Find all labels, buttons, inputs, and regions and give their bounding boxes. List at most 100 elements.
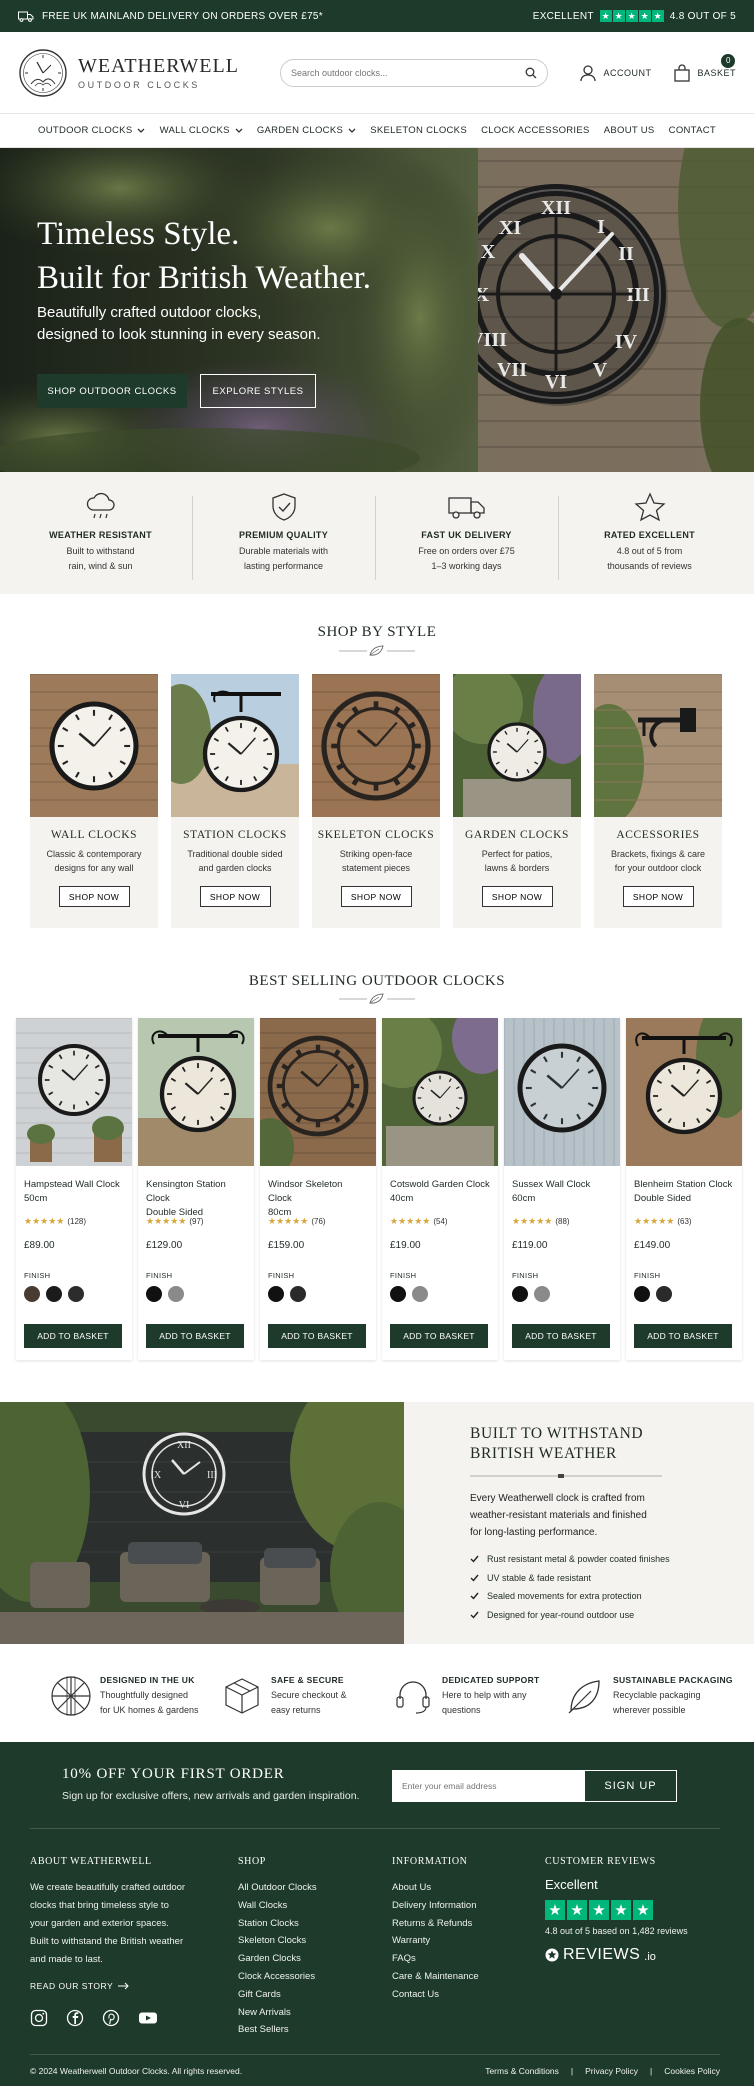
product-name[interactable]: Hampstead Wall Clock 50cm — [24, 1178, 124, 1206]
basket-link[interactable]: BASKET 0 — [673, 53, 736, 82]
product-name[interactable]: Windsor Skeleton Clock 80cm — [268, 1178, 368, 1218]
footer-info-link[interactable]: Warranty — [392, 1932, 479, 1950]
product-price: £119.00 — [512, 1240, 548, 1251]
finish-swatch[interactable] — [534, 1286, 550, 1302]
add-to-basket-button[interactable]: ADD TO BASKET — [390, 1324, 488, 1348]
footer-info-link[interactable]: About Us — [392, 1879, 479, 1897]
shop-outdoor-clocks-button[interactable]: SHOP OUTDOOR CLOCKS — [37, 374, 187, 408]
shop-now-button[interactable]: SHOP NOW — [340, 886, 412, 907]
product-image[interactable] — [504, 1018, 620, 1166]
add-to-basket-button[interactable]: ADD TO BASKET — [512, 1324, 610, 1348]
shop-now-button[interactable]: SHOP NOW — [481, 886, 553, 907]
footer-shop-link[interactable]: Garden Clocks — [238, 1950, 317, 1968]
finish-swatch[interactable] — [268, 1286, 284, 1302]
footer-info-link[interactable]: FAQs — [392, 1950, 479, 1968]
footer-shop-link[interactable]: Gift Cards — [238, 1986, 317, 2004]
footer-shop-link[interactable]: All Outdoor Clocks — [238, 1879, 317, 1897]
nav-item-outdoor-clocks[interactable]: OUTDOOR CLOCKS — [38, 125, 145, 136]
search-icon[interactable] — [525, 67, 537, 79]
legal-link[interactable]: Terms & Conditions — [485, 2066, 559, 2076]
nav-item-skeleton-clocks[interactable]: SKELETON CLOCKS — [370, 125, 467, 136]
account-link[interactable]: ACCOUNT — [579, 64, 651, 82]
footer-info-link[interactable]: Contact Us — [392, 1986, 479, 2004]
product-image[interactable] — [626, 1018, 742, 1166]
product-image[interactable] — [16, 1018, 132, 1166]
patio-clock-illustration: XII III VI IX — [0, 1402, 404, 1644]
product-name[interactable]: Cotswold Garden Clock 40cm — [390, 1178, 490, 1206]
finish-swatch[interactable] — [24, 1286, 40, 1302]
explore-styles-button[interactable]: EXPLORE STYLES — [200, 374, 316, 408]
footer-info-link[interactable]: Care & Maintenance — [392, 1968, 479, 1986]
style-card-accessories[interactable]: ACCESSORIES Brackets, fixings & care for y… — [594, 674, 722, 928]
product-card[interactable]: Windsor Skeleton Clock 80cm ★★★★★ (76) £159.… — [260, 1018, 376, 1360]
footer-shop-link[interactable]: Station Clocks — [238, 1915, 317, 1933]
finish-swatch[interactable] — [634, 1286, 650, 1302]
finish-swatch[interactable] — [168, 1286, 184, 1302]
style-card-image[interactable] — [312, 674, 440, 817]
product-image[interactable] — [138, 1018, 254, 1166]
shop-now-button[interactable]: SHOP NOW — [58, 886, 130, 907]
add-to-basket-button[interactable]: ADD TO BASKET — [24, 1324, 122, 1348]
footer-shop-link[interactable]: Best Sellers — [238, 2021, 317, 2039]
footer-shop-link[interactable]: Clock Accessories — [238, 1968, 317, 1986]
finish-swatch[interactable] — [390, 1286, 406, 1302]
product-name[interactable]: Kensington Station Clock Double Sided — [146, 1178, 246, 1218]
product-image[interactable] — [260, 1018, 376, 1166]
footer-info-link[interactable]: Returns & Refunds — [392, 1915, 479, 1933]
footer-shop-title: SHOP — [238, 1856, 266, 1867]
style-card-wall-clocks[interactable]: WALL CLOCKS Classic & contemporary designs… — [30, 674, 158, 928]
logo[interactable]: WEATHERWELL OUTDOOR CLOCKS — [18, 48, 258, 98]
finish-swatch[interactable] — [412, 1286, 428, 1302]
style-card-image[interactable] — [30, 674, 158, 817]
pinterest-icon[interactable] — [102, 2009, 120, 2027]
nav-item-wall-clocks[interactable]: WALL CLOCKS — [160, 125, 243, 136]
youtube-icon[interactable] — [138, 2009, 158, 2027]
shop-now-button[interactable]: SHOP NOW — [199, 886, 271, 907]
style-card-garden-clocks[interactable]: GARDEN CLOCKS Perfect for patios, lawns & … — [453, 674, 581, 928]
sign-up-button[interactable]: SIGN UP — [584, 1770, 677, 1802]
product-card[interactable]: Sussex Wall Clock 60cm ★★★★★ (88) £119.00 FIN… — [504, 1018, 620, 1360]
nav-item-garden-clocks[interactable]: GARDEN CLOCKS — [257, 125, 356, 136]
finish-swatch[interactable] — [290, 1286, 306, 1302]
product-image[interactable] — [382, 1018, 498, 1166]
trust-strip: DESIGNED IN THE UK Thoughtfully designed f… — [0, 1650, 754, 1742]
finish-swatch[interactable] — [68, 1286, 84, 1302]
add-to-basket-button[interactable]: ADD TO BASKET — [146, 1324, 244, 1348]
svg-text:VII: VII — [497, 359, 527, 381]
footer-shop-link[interactable]: Skeleton Clocks — [238, 1932, 317, 1950]
finish-swatch[interactable] — [146, 1286, 162, 1302]
product-card[interactable]: Kensington Station Clock Double Sided ★★★★… — [138, 1018, 254, 1360]
search-input[interactable] — [291, 67, 491, 78]
product-name[interactable]: Sussex Wall Clock 60cm — [512, 1178, 612, 1206]
nav-item-about-us[interactable]: ABOUT US — [604, 125, 655, 136]
style-card-station-clocks[interactable]: STATION CLOCKS Traditional double sided an… — [171, 674, 299, 928]
footer-info-link[interactable]: Delivery Information — [392, 1897, 479, 1915]
legal-link[interactable]: Privacy Policy — [585, 2066, 638, 2076]
product-card[interactable]: Hampstead Wall Clock 50cm ★★★★★ (128) £89.00… — [16, 1018, 132, 1360]
read-our-story-link[interactable]: READ OUR STORY — [30, 1981, 200, 1991]
add-to-basket-button[interactable]: ADD TO BASKET — [634, 1324, 732, 1348]
facebook-icon[interactable] — [66, 2009, 84, 2027]
hero-title: Timeless Style. Built for British Weather… — [37, 212, 371, 300]
product-name[interactable]: Blenheim Station Clock Double Sided — [634, 1178, 734, 1206]
footer-shop-link[interactable]: New Arrivals — [238, 2004, 317, 2022]
cloud-rain-icon — [86, 492, 115, 519]
style-card-skeleton-clocks[interactable]: SKELETON CLOCKS Striking open-face stateme… — [312, 674, 440, 928]
newsletter-email-input[interactable] — [392, 1770, 584, 1802]
add-to-basket-button[interactable]: ADD TO BASKET — [268, 1324, 366, 1348]
legal-link[interactable]: Cookies Policy — [664, 2066, 720, 2076]
instagram-icon[interactable] — [30, 2009, 48, 2027]
footer-shop-link[interactable]: Wall Clocks — [238, 1897, 317, 1915]
nav-item-clock-accessories[interactable]: CLOCK ACCESSORIES — [481, 125, 590, 136]
finish-swatch[interactable] — [512, 1286, 528, 1302]
style-card-image[interactable] — [453, 674, 581, 817]
product-card[interactable]: Blenheim Station Clock Double Sided ★★★★★(… — [626, 1018, 742, 1360]
nav-item-contact[interactable]: CONTACT — [669, 125, 716, 136]
reviews-io-logo[interactable]: REVIEWS .io — [545, 1946, 688, 1964]
finish-swatch[interactable] — [656, 1286, 672, 1302]
product-card[interactable]: Cotswold Garden Clock 40cm ★★★★★ (54) £19.00… — [382, 1018, 498, 1360]
finish-swatch[interactable] — [46, 1286, 62, 1302]
shop-now-button[interactable]: SHOP NOW — [622, 886, 694, 907]
style-card-image[interactable] — [594, 674, 722, 817]
style-card-image[interactable] — [171, 674, 299, 817]
